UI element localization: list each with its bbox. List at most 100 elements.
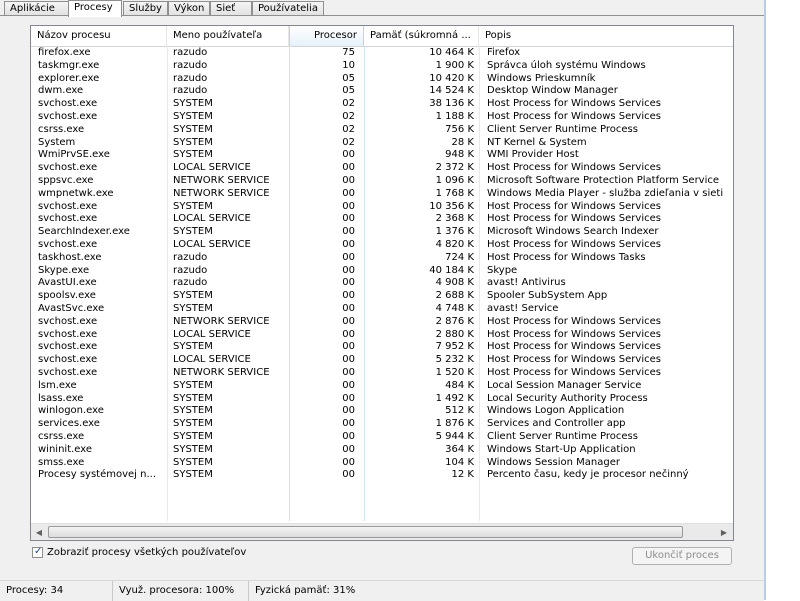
table-row[interactable]: spoolsv.exe SYSTEM 00 2 688 K Spooler SubSys…	[31, 290, 733, 303]
table-row[interactable]: SearchIndexer.exe SYSTEM 00 1 376 K Microsof…	[31, 226, 733, 239]
process-name: AvastUI.exe	[38, 277, 97, 289]
process-memory: 2 368 K	[435, 213, 474, 225]
tab-applications[interactable]: Aplikácie	[4, 1, 69, 15]
column-header-cpu[interactable]: Procesor	[289, 26, 364, 46]
table-row[interactable]: svchost.exe LOCAL SERVICE 00 2 368 K Host Pr…	[31, 213, 733, 226]
tab-network[interactable]: Sieť	[210, 1, 252, 15]
process-name: svchost.exe	[38, 354, 98, 366]
show-all-users-label: Zobraziť procesy všetkých používateľov	[47, 547, 247, 558]
table-row[interactable]: lsm.exe SYSTEM 00 484 K Local Session Manage…	[31, 380, 733, 393]
process-cpu: 00	[342, 469, 355, 481]
table-row[interactable]: sppsvc.exe NETWORK SERVICE 00 1 096 K Micros…	[31, 174, 733, 188]
table-row[interactable]: svchost.exe NETWORK SERVICE 00 1 520 K Host …	[31, 366, 733, 380]
status-bar: Procesy: 34 Využ. procesora: 100% Fyzick…	[0, 580, 764, 601]
process-cpu: 00	[342, 418, 355, 430]
process-cpu: 02	[342, 110, 355, 122]
process-memory: 10 356 K	[429, 200, 474, 212]
table-row[interactable]: wininit.exe SYSTEM 00 364 K Windows Start-Up…	[31, 443, 733, 457]
end-process-button[interactable]: Ukončiť proces	[632, 547, 732, 565]
process-description: avast! Antivirus	[487, 277, 566, 289]
table-row[interactable]: csrss.exe SYSTEM 00 5 944 K Client Server Ru…	[31, 430, 733, 444]
process-description: Windows Start-Up Application	[487, 443, 636, 455]
process-description: Host Process for Windows Services	[487, 328, 661, 340]
process-description: Host Process for Windows Services	[487, 315, 661, 327]
process-name: svchost.exe	[38, 98, 98, 110]
process-user: SYSTEM	[173, 98, 213, 110]
process-memory: 104 K	[445, 456, 474, 468]
process-cpu: 00	[342, 354, 355, 366]
column-header-user[interactable]: Meno používateľa	[167, 26, 289, 46]
process-cpu: 05	[342, 72, 355, 84]
table-row[interactable]: System SYSTEM 02 28 K NT Kernel & System	[31, 136, 733, 150]
table-row[interactable]: firefox.exe razudo 75 10 464 K Firefox	[31, 47, 733, 60]
table-row[interactable]: svchost.exe LOCAL SERVICE 00 2 372 K Host Pr…	[31, 162, 733, 175]
process-cpu: 00	[342, 302, 355, 314]
process-name: SearchIndexer.exe	[38, 226, 130, 238]
process-name: Skype.exe	[38, 264, 90, 276]
process-description: Host Process for Windows Tasks	[487, 251, 646, 263]
table-row[interactable]: services.exe SYSTEM 00 1 876 K Services and …	[31, 418, 733, 431]
process-description: Host Process for Windows Services	[487, 341, 661, 353]
process-user: razudo	[173, 264, 208, 276]
table-row[interactable]: svchost.exe LOCAL SERVICE 00 4 820 K Host Pr…	[31, 238, 733, 252]
process-user: LOCAL SERVICE	[173, 238, 251, 250]
table-row[interactable]: svchost.exe NETWORK SERVICE 00 2 876 K Host …	[31, 315, 733, 329]
table-row[interactable]: svchost.exe SYSTEM 00 7 952 K Host Process f…	[31, 341, 733, 354]
process-user: SYSTEM	[173, 341, 213, 353]
column-header-memory[interactable]: Pamäť (súkromná ...	[364, 26, 479, 46]
scrollbar-thumb[interactable]	[48, 526, 683, 538]
process-user: LOCAL SERVICE	[173, 213, 251, 225]
process-name: System	[38, 136, 76, 148]
tab-performance[interactable]: Výkon	[168, 1, 210, 15]
column-header-name[interactable]: Názov procesu	[31, 26, 167, 46]
process-description: Host Process for Windows Services	[487, 238, 661, 250]
process-description: Host Process for Windows Services	[487, 366, 661, 378]
table-row[interactable]: winlogon.exe SYSTEM 00 512 K Windows Logon A…	[31, 405, 733, 418]
process-name: dwm.exe	[38, 85, 84, 97]
chevron-left-icon[interactable]: ◀	[32, 526, 46, 539]
tab-processes[interactable]: Procesy	[68, 0, 122, 17]
process-cpu: 02	[342, 123, 355, 135]
process-name: csrss.exe	[38, 430, 85, 442]
table-row[interactable]: wmpnetwk.exe NETWORK SERVICE 00 1 768 K Wind…	[31, 187, 733, 201]
table-row[interactable]: Procesy systémovej n... SYSTEM 00 12 K Perce…	[31, 469, 733, 482]
table-row[interactable]: AvastSvc.exe SYSTEM 00 4 748 K avast! Servic…	[31, 302, 733, 316]
checkbox-box[interactable]: ✓	[32, 546, 43, 558]
column-header-description[interactable]: Popis	[479, 26, 733, 46]
process-user: razudo	[173, 47, 208, 58]
tab-services[interactable]: Služby	[123, 1, 168, 15]
table-row[interactable]: dwm.exe razudo 05 14 524 K Desktop Window Ma…	[31, 85, 733, 98]
table-row[interactable]: Skype.exe razudo 00 40 184 K Skype	[31, 264, 733, 278]
chevron-right-icon[interactable]: ▶	[717, 526, 731, 539]
process-memory: 2 880 K	[435, 328, 474, 340]
process-name: sppsvc.exe	[38, 174, 94, 186]
table-row[interactable]: AvastUI.exe razudo 00 4 908 K avast! Antivir…	[31, 277, 733, 290]
table-row[interactable]: svchost.exe SYSTEM 02 38 136 K Host Process …	[31, 98, 733, 111]
process-description: Firefox	[487, 47, 521, 58]
process-name: smss.exe	[38, 456, 85, 468]
table-row[interactable]: WmiPrvSE.exe SYSTEM 00 948 K WMI Provider Ho…	[31, 149, 733, 162]
show-all-users-checkbox[interactable]: ✓ Zobraziť procesy všetkých používateľov	[32, 546, 246, 559]
table-row[interactable]: csrss.exe SYSTEM 02 756 K Client Server Runt…	[31, 123, 733, 137]
process-user: NETWORK SERVICE	[173, 187, 270, 199]
process-user: NETWORK SERVICE	[173, 366, 270, 378]
process-user: LOCAL SERVICE	[173, 354, 251, 366]
process-user: NETWORK SERVICE	[173, 174, 270, 186]
process-rows: firefox.exe razudo 75 10 464 K Firefox taskmg…	[31, 47, 733, 482]
task-manager-window: Aplikácie Procesy Služby Výkon Sieť Použ…	[0, 0, 764, 601]
process-list[interactable]: Názov procesu Meno používateľa Procesor …	[30, 25, 734, 541]
table-row[interactable]: taskhost.exe razudo 00 724 K Host Process fo…	[31, 251, 733, 265]
table-row[interactable]: explorer.exe razudo 05 10 420 K Windows Prie…	[31, 72, 733, 86]
tab-users[interactable]: Používatelia	[252, 1, 324, 15]
table-row[interactable]: lsass.exe SYSTEM 00 1 492 K Local Security A…	[31, 393, 733, 406]
table-row[interactable]: taskmgr.exe razudo 10 1 900 K Správca úloh s…	[31, 60, 733, 73]
table-row[interactable]: svchost.exe LOCAL SERVICE 00 2 880 K Host Pr…	[31, 328, 733, 342]
table-row[interactable]: svchost.exe SYSTEM 00 10 356 K Host Process …	[31, 200, 733, 214]
process-user: SYSTEM	[173, 110, 213, 122]
process-description: Desktop Window Manager	[487, 85, 618, 97]
table-row[interactable]: smss.exe SYSTEM 00 104 K Windows Session Man…	[31, 456, 733, 470]
table-row[interactable]: svchost.exe LOCAL SERVICE 00 5 232 K Host Pr…	[31, 354, 733, 367]
horizontal-scrollbar[interactable]: ◀ ▶	[31, 523, 733, 540]
process-description: Host Process for Windows Services	[487, 213, 661, 225]
table-row[interactable]: svchost.exe SYSTEM 02 1 188 K Host Process f…	[31, 110, 733, 124]
